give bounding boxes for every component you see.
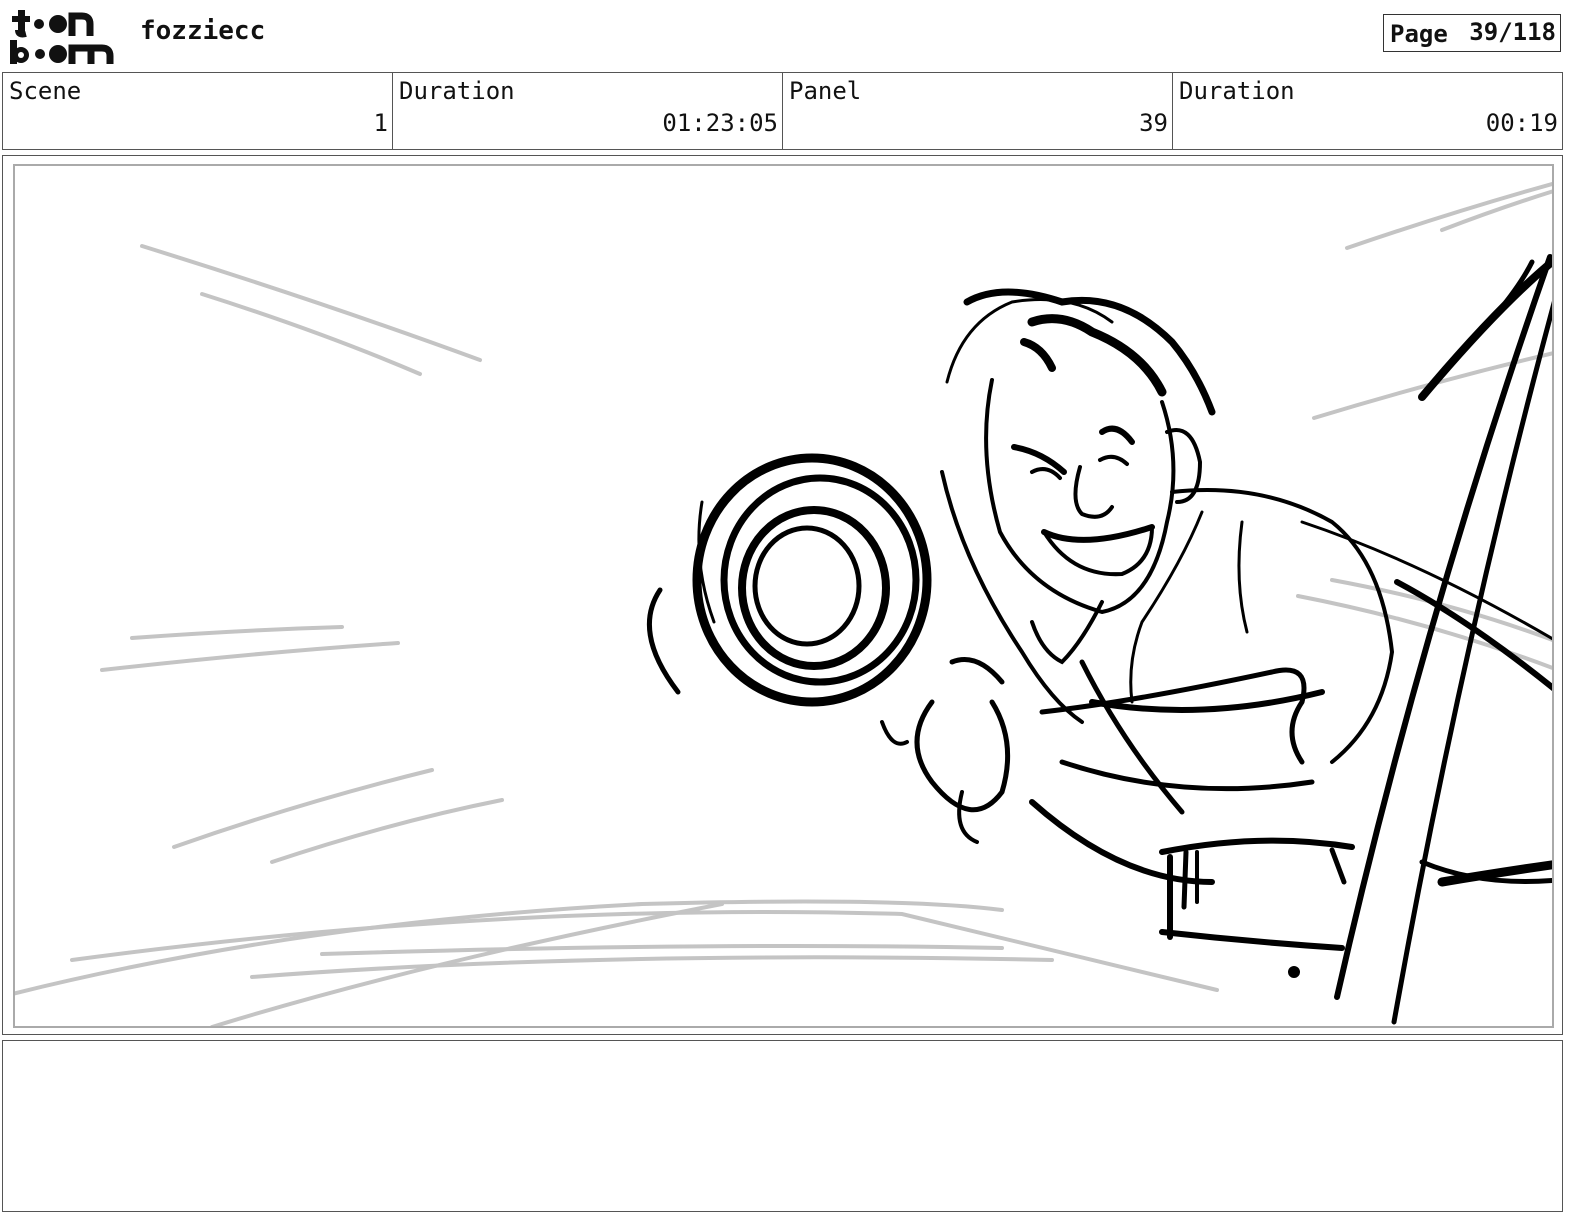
page-label: Page (1390, 20, 1448, 48)
scene-duration-value: 01:23:05 (662, 109, 778, 137)
panel-cell: Panel 39 (783, 73, 1173, 149)
scene-duration-label: Duration (399, 77, 515, 105)
scene-duration-cell: Duration 01:23:05 (393, 73, 783, 149)
page-counter: Page 39/118 (1383, 14, 1561, 52)
panel-duration-value: 00:19 (1485, 109, 1558, 137)
panel-info-row: Scene 1 Duration 01:23:05 Panel 39 Durat… (2, 72, 1563, 150)
scene-value: 1 (373, 109, 388, 137)
panel-duration-cell: Duration 00:19 (1173, 73, 1562, 149)
panel-image (13, 164, 1554, 1028)
toonboom-logo (6, 6, 118, 66)
panel-label: Panel (789, 77, 862, 105)
project-name: fozziecc (140, 16, 266, 46)
panel-notes (2, 1040, 1563, 1212)
panel-value: 39 (1139, 109, 1168, 137)
page-value: 39/118 (1469, 18, 1556, 46)
scene-label: Scene (9, 77, 82, 105)
panel-duration-label: Duration (1179, 77, 1295, 105)
scene-cell: Scene 1 (3, 73, 393, 149)
storyboard-sketch-icon (15, 182, 1552, 1026)
